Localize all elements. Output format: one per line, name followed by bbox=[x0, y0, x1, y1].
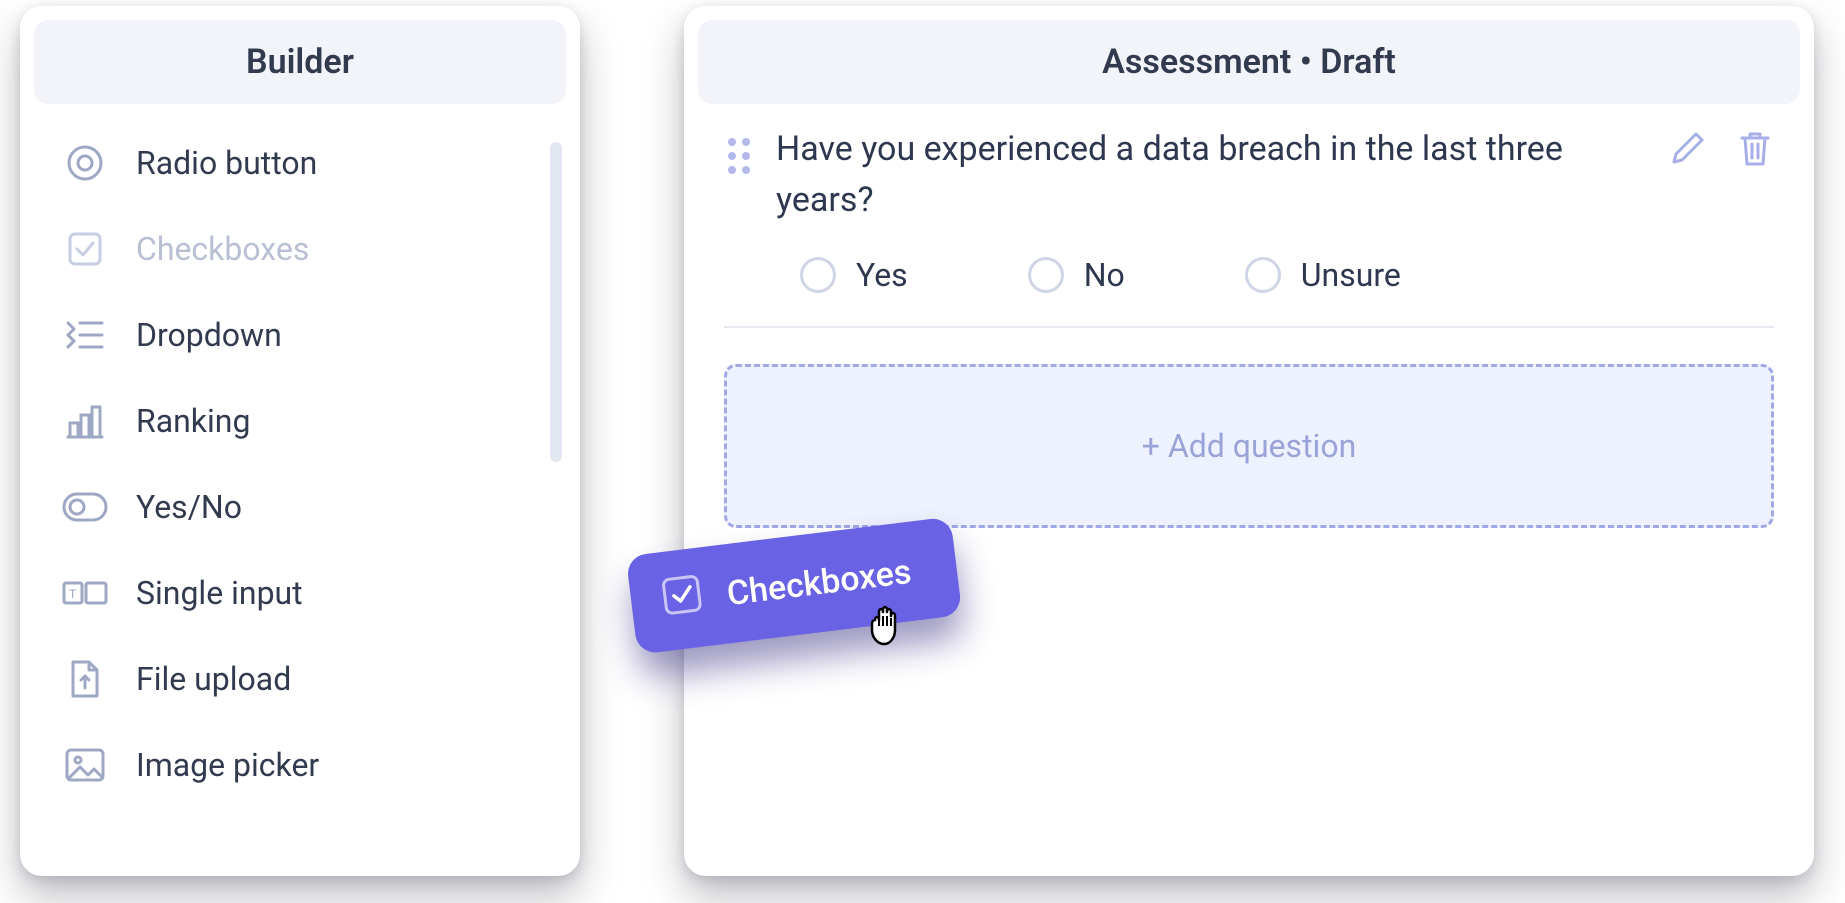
checkbox-icon bbox=[62, 226, 108, 272]
radio-icon bbox=[62, 140, 108, 186]
grab-cursor-icon bbox=[860, 594, 918, 656]
file-upload-icon bbox=[62, 656, 108, 702]
builder-header: Builder bbox=[34, 20, 566, 104]
question-row: Have you experienced a data breach in th… bbox=[724, 124, 1774, 226]
option-label: Yes bbox=[856, 256, 908, 294]
builder-item-label: Ranking bbox=[136, 402, 250, 440]
scrollbar-thumb[interactable] bbox=[550, 142, 562, 462]
builder-item-label: Dropdown bbox=[136, 316, 282, 354]
trash-icon[interactable] bbox=[1736, 128, 1774, 172]
builder-item-checkboxes[interactable]: Checkboxes bbox=[58, 206, 562, 292]
svg-text:T: T bbox=[69, 587, 76, 601]
builder-panel: Builder Radio button Checkboxes bbox=[20, 6, 580, 876]
dropdown-icon bbox=[62, 312, 108, 358]
builder-item-ranking[interactable]: Ranking bbox=[58, 378, 562, 464]
question-actions bbox=[1668, 128, 1774, 172]
drop-zone-label: + Add question bbox=[1142, 427, 1356, 465]
option-label: No bbox=[1084, 256, 1125, 294]
option-yes[interactable]: Yes bbox=[800, 256, 908, 294]
edit-icon[interactable] bbox=[1668, 128, 1708, 172]
radio-empty-icon bbox=[1245, 257, 1281, 293]
image-picker-icon bbox=[62, 742, 108, 788]
builder-item-label: Radio button bbox=[136, 144, 317, 182]
builder-item-radio[interactable]: Radio button bbox=[58, 120, 562, 206]
canvas-panel: Assessment • Draft Have you experienced … bbox=[684, 6, 1814, 876]
builder-item-label: Image picker bbox=[136, 746, 319, 784]
builder-item-label: Checkboxes bbox=[136, 230, 309, 268]
builder-item-single-input[interactable]: T Single input bbox=[58, 550, 562, 636]
divider bbox=[724, 326, 1774, 328]
builder-scrollbar[interactable] bbox=[550, 142, 562, 462]
builder-item-file-upload[interactable]: File upload bbox=[58, 636, 562, 722]
builder-item-label: Single input bbox=[136, 574, 303, 612]
drag-handle-icon[interactable] bbox=[724, 134, 754, 182]
builder-item-label: Yes/No bbox=[136, 488, 242, 526]
builder-item-label: File upload bbox=[136, 660, 291, 698]
option-label: Unsure bbox=[1301, 256, 1401, 294]
radio-empty-icon bbox=[1028, 257, 1064, 293]
single-input-icon: T bbox=[62, 570, 108, 616]
options-row: Yes No Unsure bbox=[724, 226, 1774, 326]
question-text: Have you experienced a data breach in th… bbox=[776, 124, 1646, 226]
builder-list: Radio button Checkboxes bbox=[20, 114, 580, 808]
add-question-dropzone[interactable]: + Add question bbox=[724, 364, 1774, 528]
builder-item-image-picker[interactable]: Image picker bbox=[58, 722, 562, 808]
option-unsure[interactable]: Unsure bbox=[1245, 256, 1401, 294]
toggle-icon bbox=[62, 484, 108, 530]
canvas-header: Assessment • Draft bbox=[698, 20, 1800, 104]
builder-item-yesno[interactable]: Yes/No bbox=[58, 464, 562, 550]
builder-item-dropdown[interactable]: Dropdown bbox=[58, 292, 562, 378]
option-no[interactable]: No bbox=[1028, 256, 1125, 294]
checkbox-icon bbox=[658, 571, 706, 627]
ranking-icon bbox=[62, 398, 108, 444]
question-block: Have you experienced a data breach in th… bbox=[684, 114, 1814, 326]
radio-empty-icon bbox=[800, 257, 836, 293]
